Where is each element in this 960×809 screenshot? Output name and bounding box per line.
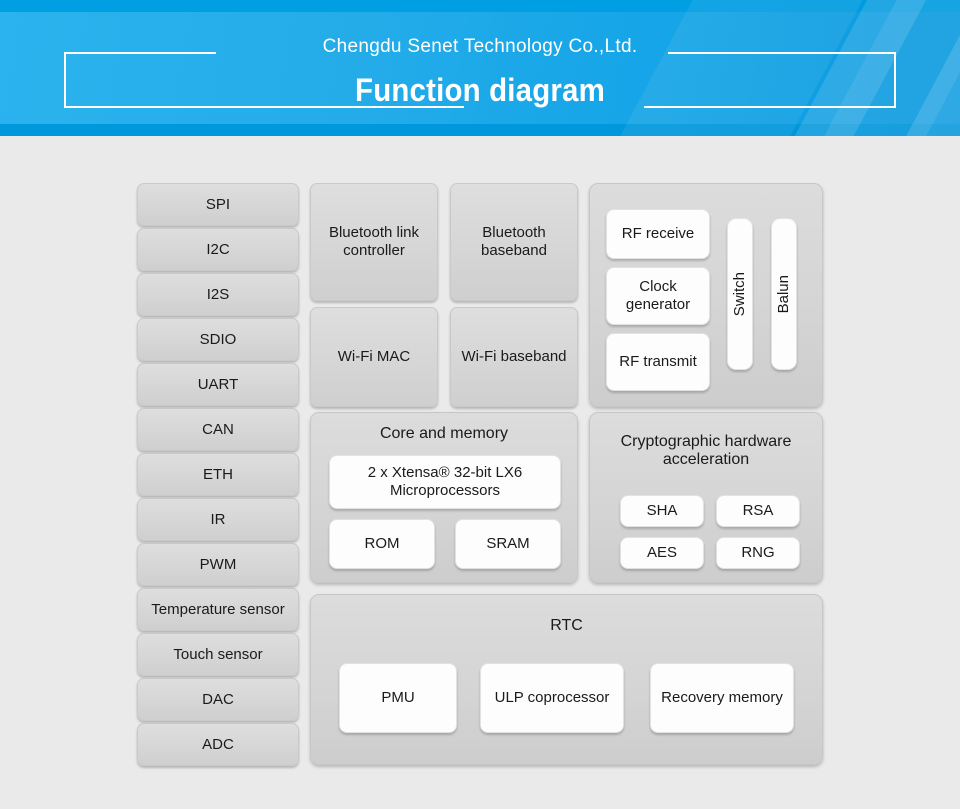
block-sdio: SDIO <box>137 318 299 361</box>
company-name: Chengdu Senet Technology Co.,Ltd. <box>322 36 638 57</box>
page-title: Function diagram <box>355 72 605 108</box>
block-wifi-baseband: Wi-Fi baseband <box>450 307 578 407</box>
block-ulp-coprocessor: ULP coprocessor <box>480 663 624 733</box>
rf-group: RF receive Clock generator RF transmit S… <box>589 183 823 407</box>
block-sram: SRAM <box>455 519 561 569</box>
block-i2c: I2C <box>137 228 299 271</box>
banner-gradient-overlay <box>680 0 960 136</box>
core-group-title: Core and memory <box>379 425 509 442</box>
block-uart: UART <box>137 363 299 406</box>
block-rsa: RSA <box>716 495 800 527</box>
core-and-memory-group: Core and memory 2 x Xtensa® 32-bit LX6 M… <box>310 412 578 583</box>
banner-light-streak <box>877 0 960 136</box>
block-bluetooth-baseband: Bluetooth baseband <box>450 183 578 301</box>
block-aes: AES <box>620 537 704 569</box>
block-rf-receive: RF receive <box>606 209 710 259</box>
block-switch-label: Switch <box>731 271 749 317</box>
block-rng: RNG <box>716 537 800 569</box>
block-balun-label: Balun <box>775 274 793 314</box>
block-ir: IR <box>137 498 299 541</box>
crypto-group-title: Cryptographic hardware acceleration <box>620 433 792 469</box>
block-rom: ROM <box>329 519 435 569</box>
block-microprocessors: 2 x Xtensa® 32-bit LX6 Microprocessors <box>329 455 561 509</box>
block-clock-generator: Clock generator <box>606 267 710 325</box>
block-wifi-mac: Wi-Fi MAC <box>310 307 438 407</box>
page-banner: Chengdu Senet Technology Co.,Ltd. Functi… <box>0 0 960 136</box>
function-diagram: SPI I2C I2S SDIO UART CAN ETH IR PWM Tem… <box>0 136 960 809</box>
block-temperature-sensor: Temperature sensor <box>137 588 299 631</box>
block-switch: Switch <box>727 218 753 370</box>
block-pwm: PWM <box>137 543 299 586</box>
banner-light-streak <box>603 0 867 136</box>
block-spi: SPI <box>137 183 299 226</box>
block-adc: ADC <box>137 723 299 766</box>
block-i2s: I2S <box>137 273 299 316</box>
banner-top-bar <box>0 0 960 12</box>
crypto-group: Cryptographic hardware acceleration SHA … <box>589 412 823 583</box>
block-sha: SHA <box>620 495 704 527</box>
block-dac: DAC <box>137 678 299 721</box>
block-rf-transmit: RF transmit <box>606 333 710 391</box>
rtc-group: RTC PMU ULP coprocessor Recovery memory <box>310 594 823 765</box>
block-eth: ETH <box>137 453 299 496</box>
block-pmu: PMU <box>339 663 457 733</box>
banner-light-streak <box>765 0 943 136</box>
block-balun: Balun <box>771 218 797 370</box>
rtc-group-title: RTC <box>550 617 583 634</box>
block-bluetooth-link-controller: Bluetooth link controller <box>310 183 438 301</box>
block-touch-sensor: Touch sensor <box>137 633 299 676</box>
block-can: CAN <box>137 408 299 451</box>
banner-light-streak <box>799 0 960 136</box>
banner-bottom-bar <box>0 124 960 136</box>
block-recovery-memory: Recovery memory <box>650 663 794 733</box>
